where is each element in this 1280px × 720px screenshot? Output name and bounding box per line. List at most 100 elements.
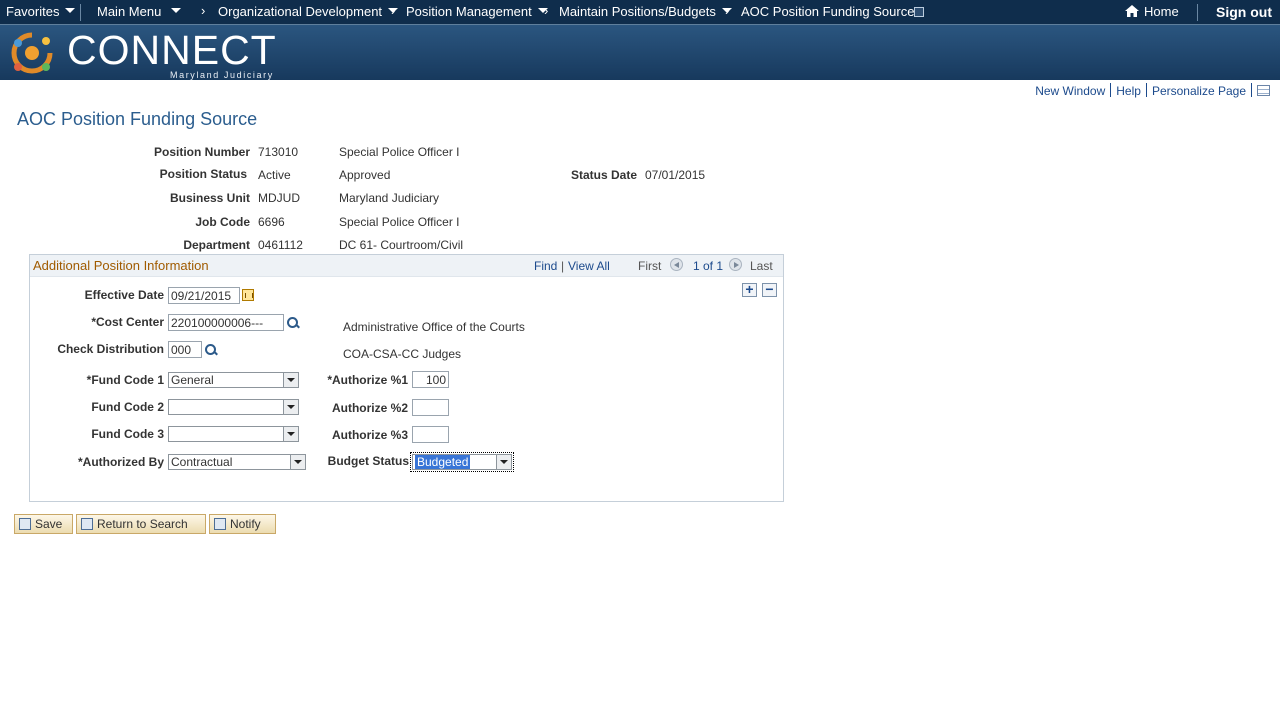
header-banner: CONNECT Maryland Judiciary <box>0 25 1280 80</box>
search-icon[interactable] <box>204 343 218 357</box>
authorize-2-field[interactable] <box>412 399 449 416</box>
return-to-search-icon <box>81 518 93 530</box>
home-label: Home <box>1144 4 1179 19</box>
page-links: New Window Help Personalize Page <box>1035 83 1270 98</box>
favorites-label: Favorites <box>6 4 60 19</box>
sign-out-link[interactable]: Sign out <box>1216 4 1272 20</box>
department-description: DC 61- Courtroom/Civil <box>339 238 464 252</box>
cost-center-field[interactable]: 220100000006--- <box>168 314 284 331</box>
chevron-down-icon <box>283 400 298 414</box>
personalize-page-link[interactable]: Personalize Page <box>1152 84 1246 98</box>
chevron-down-icon <box>496 455 511 469</box>
chevron-down-icon <box>65 8 76 13</box>
last-label[interactable]: Last <box>750 259 773 273</box>
fund-code-3-label: Fund Code 3 <box>91 427 164 441</box>
first-label[interactable]: First <box>638 259 661 273</box>
authorized-by-label: *Authorized By <box>77 455 164 469</box>
logo-subtitle: Maryland Judiciary <box>170 70 274 80</box>
position-description: Special Police Officer I <box>339 145 460 159</box>
save-button[interactable]: Save <box>14 514 73 534</box>
main-menu-label: Main Menu <box>97 4 162 19</box>
link-divider: | <box>561 259 565 273</box>
job-code-description: Special Police Officer I <box>339 215 460 229</box>
authorize-1-label: *Authorize %1 <box>327 373 408 387</box>
link-divider <box>1110 83 1112 97</box>
home-icon <box>1125 5 1139 17</box>
authorize-1-field[interactable]: 100 <box>412 371 449 388</box>
save-icon <box>19 518 31 530</box>
favorites-menu[interactable]: Favorites <box>6 4 76 19</box>
authorize-3-field[interactable] <box>412 426 449 443</box>
notify-icon <box>214 518 226 530</box>
breadcrumb-org-development[interactable]: Organizational Development <box>218 4 399 19</box>
chevron-down-icon <box>171 8 182 13</box>
fund-code-2-select[interactable] <box>168 399 299 415</box>
find-link[interactable]: Find <box>534 259 557 273</box>
search-icon[interactable] <box>286 316 300 330</box>
breadcrumb-position-management[interactable]: Position Management <box>406 4 548 19</box>
page-icon <box>914 7 925 17</box>
return-to-search-button[interactable]: Return to Search <box>76 514 206 534</box>
business-unit-label: Business Unit <box>169 191 250 205</box>
page-title: AOC Position Funding Source <box>17 109 258 129</box>
chevron-down-icon <box>290 455 305 469</box>
authorized-by-value: Contractual <box>171 455 233 469</box>
check-distribution-label: Check Distribution <box>57 342 164 356</box>
link-divider <box>1145 83 1147 97</box>
budget-status-label: Budget Status <box>327 454 409 468</box>
calendar-icon[interactable] <box>242 289 254 301</box>
link-divider <box>1251 83 1252 97</box>
help-link[interactable]: Help <box>1116 84 1141 98</box>
breadcrumb-separator-icon: › <box>725 3 730 18</box>
delete-row-button[interactable]: − <box>762 282 777 297</box>
chevron-down-icon <box>283 427 298 441</box>
breadcrumb-separator-icon: › <box>201 3 206 18</box>
breadcrumb-label: AOC Position Funding Source <box>741 4 915 19</box>
effective-date-field[interactable]: 09/21/2015 <box>168 287 240 304</box>
group-title: Additional Position Information <box>33 258 209 273</box>
position-number-value: 713010 <box>258 145 299 159</box>
check-distribution-field[interactable]: 000 <box>168 341 202 358</box>
fund-code-2-label: Fund Code 2 <box>91 400 164 414</box>
notify-label: Notify <box>230 517 261 531</box>
fund-code-3-select[interactable] <box>168 426 299 442</box>
row-count: 1 of 1 <box>693 259 724 273</box>
breadcrumb-maintain-positions[interactable]: Maintain Positions/Budgets <box>559 4 732 19</box>
add-row-button[interactable]: + <box>742 282 757 297</box>
return-to-search-label: Return to Search <box>97 517 188 531</box>
budget-status-select[interactable]: Budgeted <box>410 452 514 472</box>
approval-status: Approved <box>339 168 391 182</box>
nav-divider <box>1197 4 1198 21</box>
next-icon[interactable] <box>729 258 742 271</box>
fund-code-1-select[interactable]: General <box>168 372 299 388</box>
home-link[interactable]: Home <box>1124 4 1179 19</box>
connect-logo-icon <box>11 32 53 74</box>
breadcrumb-separator-icon: › <box>544 3 549 18</box>
previous-icon[interactable] <box>670 258 683 271</box>
new-window-link[interactable]: New Window <box>1035 84 1105 98</box>
breadcrumb-separator-icon: › <box>391 3 396 18</box>
breadcrumb-label: Organizational Development <box>218 4 383 19</box>
effective-date-label: Effective Date <box>84 288 164 302</box>
notify-button[interactable]: Notify <box>209 514 276 534</box>
cost-center-description: Administrative Office of the Courts <box>343 320 525 334</box>
position-number-label: Position Number <box>153 145 250 159</box>
authorize-2-label: Authorize %2 <box>331 401 408 415</box>
grid-icon[interactable] <box>1257 85 1270 96</box>
view-all-link[interactable]: View All <box>568 259 610 273</box>
authorize-3-label: Authorize %3 <box>331 428 408 442</box>
business-unit-description: Maryland Judiciary <box>339 191 440 205</box>
job-code-label: Job Code <box>195 215 250 229</box>
main-menu[interactable]: Main Menu <box>97 4 182 19</box>
budget-status-value: Budgeted <box>415 455 471 469</box>
breadcrumb-current-page[interactable]: AOC Position Funding Source <box>741 4 925 19</box>
breadcrumb-label: Position Management <box>406 4 532 19</box>
nav-divider <box>80 4 81 21</box>
fund-code-1-label: *Fund Code 1 <box>86 373 164 387</box>
fund-code-1-value: General <box>171 373 214 387</box>
logo-wordmark: CONNECT <box>67 27 277 73</box>
status-date-label: Status Date <box>570 168 637 182</box>
business-unit-value: MDJUD <box>258 191 300 205</box>
authorized-by-select[interactable]: Contractual <box>168 454 306 470</box>
cost-center-label: *Cost Center <box>91 315 164 329</box>
